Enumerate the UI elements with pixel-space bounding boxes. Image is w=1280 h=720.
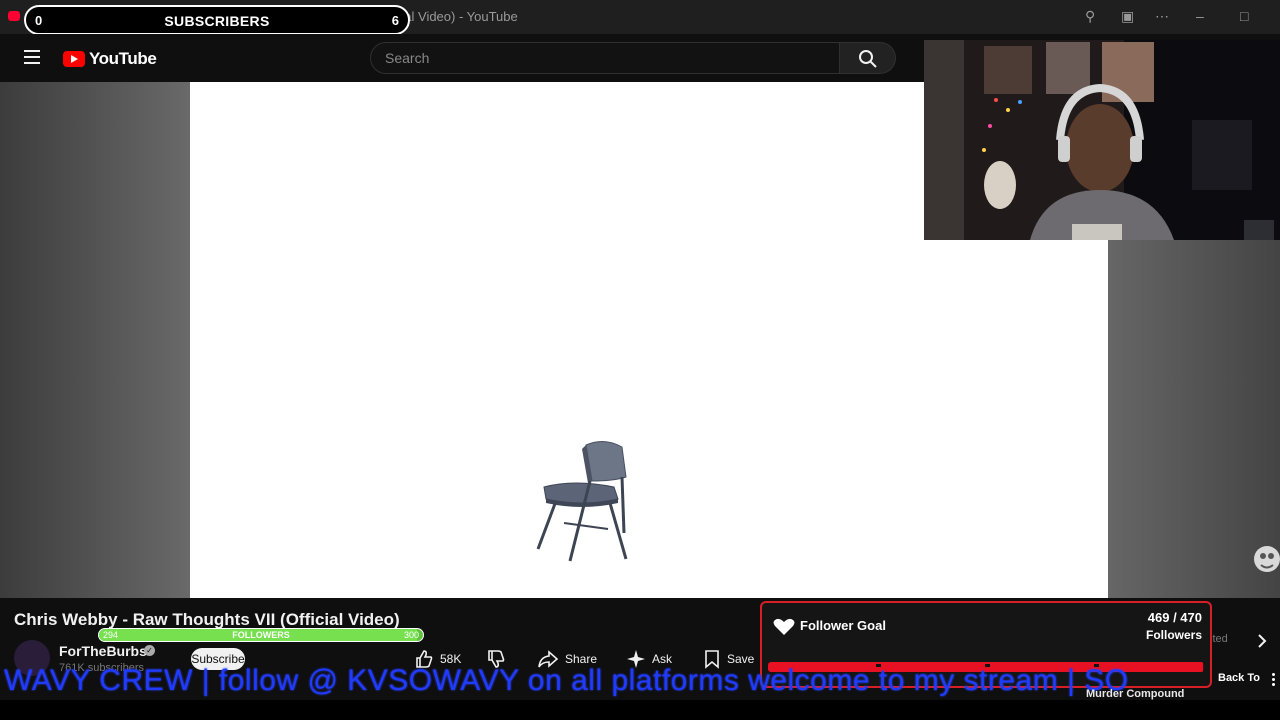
followers-label: FOLLOWERS [232, 630, 290, 640]
more-options-icon[interactable] [1272, 673, 1276, 687]
search-box [370, 42, 840, 74]
cast-icon[interactable]: ▣ [1121, 8, 1134, 25]
bottom-strip [0, 700, 1280, 720]
subscribers-label: SUBSCRIBERS [164, 13, 270, 29]
video-title: Chris Webby - Raw Thoughts VII (Official… [14, 610, 400, 629]
ticker-text: WAVY CREW | follow @ KVSOWAVY on all pla… [4, 664, 1129, 697]
youtube-favicon-icon [8, 11, 20, 21]
search-button[interactable] [840, 42, 896, 74]
recommendation-back-to[interactable]: Back To [1218, 672, 1260, 684]
search-icon [859, 50, 877, 68]
recommendation-murder-compound[interactable]: Murder Compound [1086, 688, 1184, 700]
followers-target: 300 [403, 630, 419, 640]
follower-goal-count-label: Followers [1145, 628, 1202, 642]
minimize-icon[interactable]: – [1196, 8, 1204, 24]
heart-icon [773, 618, 795, 635]
subscribers-goal: 6 [391, 13, 399, 28]
verified-icon: ✓ [144, 645, 155, 656]
channel-watermark-icon[interactable] [1253, 543, 1280, 577]
chevron-right-icon[interactable] [1256, 633, 1268, 649]
more-icon[interactable]: ⋯ [1155, 8, 1169, 25]
youtube-logo-text: YouTube [89, 49, 157, 68]
youtube-logo[interactable]: YouTube [63, 49, 157, 69]
channel-name[interactable]: ForTheBurbs [59, 643, 147, 659]
youtube-play-icon [63, 51, 85, 67]
menu-icon[interactable] [24, 50, 40, 64]
followers-progress-overlay: 294 FOLLOWERS 300 [98, 628, 424, 642]
recommendation-chip-partial[interactable]: ited [1210, 633, 1228, 645]
folding-chair-image [536, 441, 628, 562]
streamer-webcam [924, 40, 1280, 240]
webcam-feed-image [924, 40, 1280, 240]
follower-goal-title: Follower Goal [800, 618, 886, 633]
maximize-icon[interactable]: □ [1240, 8, 1248, 24]
subscribers-goal-overlay: 0 SUBSCRIBERS 6 [24, 5, 410, 35]
follower-goal-count: 469 / 470 [1147, 610, 1202, 625]
search-input[interactable] [371, 43, 839, 73]
zoom-icon[interactable]: ⚲ [1085, 8, 1095, 25]
